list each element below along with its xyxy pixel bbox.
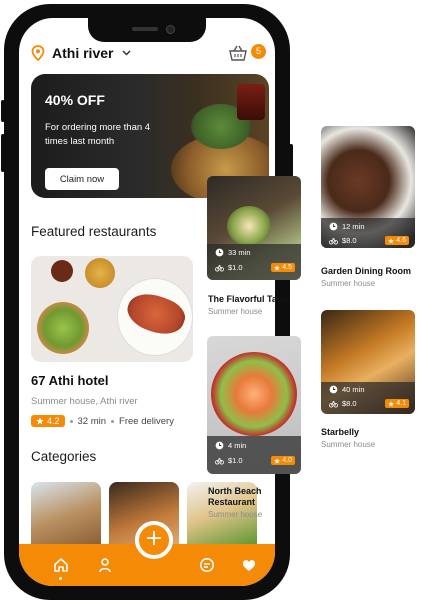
card-rating: 4.1	[396, 400, 406, 407]
rating-value: 4.2	[47, 416, 60, 426]
chat-icon[interactable]	[199, 557, 215, 573]
card-title[interactable]: Starbelly	[321, 427, 359, 437]
delivery-fee: Free delivery	[119, 415, 174, 427]
card-rating: 4.6	[396, 237, 406, 244]
location-pin-icon	[31, 45, 45, 61]
rating-badge: 4.2	[31, 415, 65, 427]
restaurant-card-starbelly[interactable]: 40 min $8.0 4.1	[321, 310, 415, 414]
active-nav-indicator	[59, 577, 62, 580]
card-rating-badge: 4.0	[271, 456, 295, 465]
basket-icon[interactable]	[229, 45, 247, 61]
card-rating: 4.5	[282, 264, 292, 271]
card-price: $1.0	[228, 263, 243, 272]
time-row: 33 min	[215, 248, 251, 257]
price-row: $1.0 4.5	[215, 263, 295, 272]
bike-icon	[329, 400, 338, 408]
price-row: $8.0 4.6	[329, 236, 409, 245]
bike-icon	[329, 237, 338, 245]
clock-icon	[215, 248, 224, 257]
card-title[interactable]: North Beach Restaurant	[208, 486, 272, 508]
time-row: 4 min	[215, 441, 246, 450]
card-rating-badge: 4.6	[385, 236, 409, 245]
categories-heading: Categories	[31, 449, 97, 464]
speaker	[132, 27, 158, 31]
card-rating-badge: 4.1	[385, 399, 409, 408]
time-row: 40 min	[329, 385, 365, 394]
promo-subtitle: For ordering more than 4 times last mont…	[45, 122, 151, 147]
card-time: 4 min	[228, 441, 247, 450]
star-icon	[36, 417, 44, 425]
side-button	[1, 134, 5, 172]
location-selector[interactable]: Athi river	[31, 45, 131, 61]
side-button	[1, 100, 5, 122]
featured-heading: Featured restaurants	[31, 224, 157, 239]
separator-dot	[111, 419, 115, 423]
sauce-bowl-image	[85, 258, 115, 288]
restaurant-meta: 4.2 32 min Free delivery	[31, 415, 174, 427]
cart-count-badge: 5	[251, 44, 266, 59]
restaurant-card-north-beach[interactable]: 4 min $1.0 4.0	[207, 336, 301, 474]
star-icon	[274, 264, 281, 271]
card-time: 40 min	[342, 385, 365, 394]
stage: Athi river 5 40% OFF For ordering more t…	[0, 0, 421, 605]
star-icon	[274, 457, 281, 464]
card-title[interactable]: The Flavorful Table	[208, 294, 290, 304]
star-icon	[388, 237, 395, 244]
claim-now-button[interactable]: Claim now	[45, 168, 119, 190]
card-subtitle: Summer house	[321, 279, 376, 288]
card-price: $8.0	[342, 236, 357, 245]
sauce-bowl-image	[51, 260, 73, 282]
restaurant-card-garden[interactable]: 12 min $8.0 4.6	[321, 126, 415, 248]
time-row: 12 min	[329, 222, 365, 231]
card-subtitle: Summer house	[321, 440, 376, 449]
home-icon[interactable]	[53, 557, 69, 573]
clock-icon	[215, 441, 224, 450]
promo-title: 40% OFF	[45, 92, 105, 108]
card-time: 12 min	[342, 222, 365, 231]
dish-image	[227, 206, 271, 246]
card-subtitle: Summer house	[208, 510, 263, 519]
notch	[88, 18, 206, 42]
price-row: $1.0 4.0	[215, 456, 295, 465]
chevron-down-icon	[122, 50, 131, 56]
bike-icon	[215, 264, 224, 272]
restaurant-address: Summer house, Athi river	[31, 396, 138, 407]
featured-restaurant-image[interactable]	[31, 256, 193, 362]
dish-image	[211, 352, 297, 436]
card-subtitle: Summer house	[208, 307, 263, 316]
card-title[interactable]: Garden Dining Room	[321, 266, 411, 276]
card-price: $1.0	[228, 456, 243, 465]
camera	[166, 25, 175, 34]
clock-icon	[329, 222, 338, 231]
salad-bowl-image	[37, 302, 89, 354]
clock-icon	[329, 385, 338, 394]
card-price: $8.0	[342, 399, 357, 408]
restaurant-name[interactable]: 67 Athi hotel	[31, 373, 109, 388]
star-icon	[388, 400, 395, 407]
restaurant-card-flavorful[interactable]: 33 min $1.0 4.5	[207, 176, 301, 280]
card-time: 33 min	[228, 248, 251, 257]
bike-icon	[215, 457, 224, 465]
card-rating: 4.0	[282, 457, 292, 464]
location-label: Athi river	[52, 45, 114, 61]
price-row: $8.0 4.1	[329, 399, 409, 408]
heart-icon[interactable]	[241, 557, 257, 573]
delivery-time: 32 min	[77, 415, 107, 427]
promo-drink-image	[237, 84, 265, 120]
separator-dot	[69, 419, 73, 423]
add-plus-button[interactable]: +	[135, 521, 173, 559]
card-rating-badge: 4.5	[271, 263, 295, 272]
user-icon[interactable]	[97, 557, 113, 573]
